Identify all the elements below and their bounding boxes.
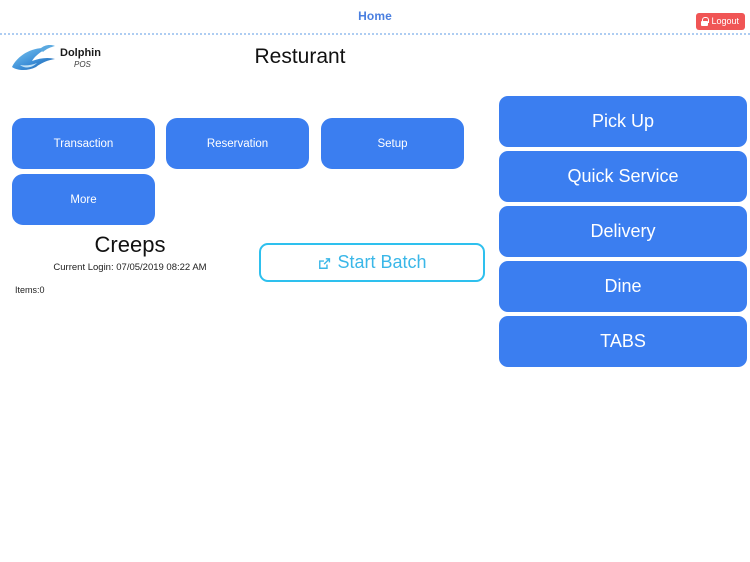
- lock-icon: [701, 17, 710, 26]
- dine-button[interactable]: Dine: [499, 261, 747, 312]
- logout-button-label: Logout: [711, 16, 739, 26]
- reservation-button[interactable]: Reservation: [166, 118, 309, 169]
- transaction-button[interactable]: Transaction: [12, 118, 155, 169]
- nav-link-home[interactable]: Home: [0, 0, 750, 33]
- page-header: Dolphin POS Resturant: [0, 35, 750, 90]
- start-batch-button[interactable]: Start Batch: [259, 243, 485, 282]
- logout-button[interactable]: Logout: [696, 13, 745, 30]
- setup-button[interactable]: Setup: [321, 118, 464, 169]
- start-batch-label: Start Batch: [337, 252, 427, 272]
- more-button[interactable]: More: [12, 174, 155, 225]
- external-link-icon: [317, 255, 332, 270]
- items-count: Items:0: [15, 285, 45, 295]
- current-login-info: Current Login: 07/05/2019 08:22 AM: [53, 262, 207, 273]
- top-navbar: Home Logout: [0, 0, 750, 35]
- delivery-button[interactable]: Delivery: [499, 206, 747, 257]
- store-name: Creeps: [94, 232, 166, 257]
- quick-service-button[interactable]: Quick Service: [499, 151, 747, 202]
- page-title: Resturant: [254, 45, 346, 68]
- tabs-button[interactable]: TABS: [499, 316, 747, 367]
- pick-up-button[interactable]: Pick Up: [499, 96, 747, 147]
